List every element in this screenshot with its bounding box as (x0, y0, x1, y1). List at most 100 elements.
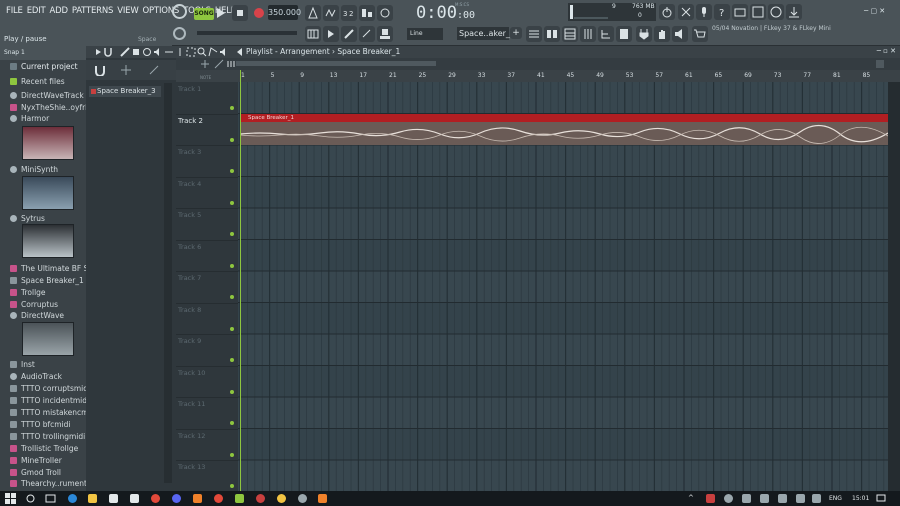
add-pattern-button[interactable]: + (510, 27, 522, 39)
browser-item[interactable]: Sytrus (10, 214, 45, 223)
arrangement-arrow-icon[interactable] (234, 47, 244, 57)
track-name[interactable]: Track 4 (178, 180, 201, 188)
magnet-snap-icon[interactable] (103, 47, 113, 57)
mute-tool-icon[interactable] (153, 47, 163, 57)
browser-item[interactable]: Harmor (10, 114, 49, 123)
resize-icon[interactable] (148, 64, 160, 76)
app-icon-1[interactable] (193, 494, 202, 503)
slide-icon[interactable] (214, 59, 224, 69)
select-tool-icon[interactable] (186, 47, 196, 57)
track-enable-led[interactable] (230, 326, 234, 331)
tray-icon-1[interactable] (706, 494, 715, 503)
edge-icon[interactable] (68, 494, 77, 503)
track-enable-led[interactable] (230, 200, 234, 205)
menu-view[interactable]: VIEW (115, 6, 140, 16)
browser-item[interactable]: DirectWaveTrack (10, 91, 84, 100)
shop-button[interactable] (692, 26, 708, 42)
track-enable-led[interactable] (230, 358, 234, 362)
step-edit-button[interactable] (359, 5, 375, 21)
tray-chevron-icon[interactable]: ^ (688, 494, 694, 502)
horizontal-zoom-scrollbar[interactable] (236, 61, 436, 66)
language-indicator[interactable]: ENG (829, 495, 842, 502)
template-button[interactable] (616, 26, 632, 42)
time-ruler[interactable]: 1 5 9 13 17 21 25 29 33 37 41 45 49 53 57 61 65 69 73 77 81 8… (238, 70, 900, 82)
touch-keyboard-button[interactable] (654, 26, 670, 42)
playlist-button[interactable] (526, 26, 542, 42)
master-pitch-slider[interactable] (197, 31, 297, 35)
slip-tool-icon[interactable] (164, 47, 174, 57)
browser-item[interactable]: Gmod Troll (10, 468, 61, 477)
browser-item[interactable]: Current project (10, 62, 78, 71)
browser-item[interactable]: TTTO mistakencmidi (10, 408, 97, 417)
chrome-icon-2[interactable] (214, 494, 223, 503)
browser-item[interactable]: MineTroller (10, 456, 62, 465)
browser-item[interactable]: Thearchy..rumental_ (10, 479, 97, 488)
channel-rack-button[interactable] (562, 26, 578, 42)
tray-icon-4[interactable] (760, 494, 769, 503)
play-pause-button[interactable] (212, 5, 228, 21)
track-enable-led[interactable] (230, 137, 234, 142)
pattern-selector[interactable]: Space..aker_1 (457, 27, 515, 40)
app-icon-5[interactable] (298, 494, 307, 503)
add-track-icon[interactable] (200, 59, 210, 69)
browser-item[interactable]: The Ultimate BF SF2 (10, 264, 97, 273)
metronome-button[interactable] (305, 5, 321, 21)
volume-icon[interactable] (778, 494, 787, 503)
paint-tool-icon[interactable] (131, 47, 141, 57)
search-icon[interactable] (26, 494, 35, 503)
store-icon[interactable] (109, 494, 118, 503)
track-name[interactable]: Track 5 (178, 211, 201, 219)
magnet-icon[interactable] (94, 64, 106, 76)
playhead-line[interactable] (240, 70, 241, 491)
draw-tool-button[interactable] (341, 26, 357, 42)
help-button[interactable]: ? (714, 4, 730, 20)
track-enable-led[interactable] (230, 263, 234, 268)
track-name[interactable]: Track 9 (178, 337, 201, 345)
browser-item[interactable]: TTTO corruptsmidi (10, 384, 90, 393)
countdown-button[interactable]: 32 (341, 5, 357, 21)
next-button[interactable] (323, 26, 339, 42)
audio-clip-header[interactable]: Space Breaker_1 (240, 114, 888, 122)
chrome-icon[interactable] (151, 494, 160, 503)
clock[interactable]: 15:01 (852, 495, 869, 502)
app-icon-4[interactable] (277, 494, 286, 503)
browser-item[interactable]: MiniSynth (10, 165, 58, 174)
playlist-window-controls[interactable]: ─ ▫ ✕ (877, 47, 896, 55)
delete-tool-icon[interactable] (142, 47, 152, 57)
windows-start-icon[interactable] (5, 493, 16, 504)
track-name[interactable]: Track 12 (178, 432, 205, 440)
track-name[interactable]: Track 3 (178, 148, 201, 156)
piano-roll-button[interactable] (305, 26, 321, 42)
task-view-icon[interactable] (45, 494, 56, 503)
track-name[interactable]: Track 13 (178, 463, 205, 471)
tray-icon-2[interactable] (724, 494, 733, 503)
track-name[interactable]: Track 1 (178, 85, 201, 93)
menu-edit[interactable]: EDIT (25, 6, 48, 16)
track-enable-led[interactable] (230, 484, 234, 488)
browser-item[interactable]: Corruptus (10, 300, 58, 309)
playback-tool-icon[interactable] (208, 47, 218, 57)
slice-tool-icon[interactable] (175, 47, 185, 57)
wait-for-input-button[interactable] (323, 5, 339, 21)
file-explorer-icon[interactable] (88, 494, 97, 503)
tempo-display[interactable]: 350.000 (268, 5, 301, 20)
snap-mode-select[interactable]: Line (407, 28, 443, 40)
panic-button[interactable] (678, 4, 694, 20)
speaker-tool-icon[interactable] (219, 47, 229, 57)
zoom-tool-icon[interactable] (197, 47, 207, 57)
chat-button[interactable] (768, 4, 784, 20)
draw-tool-icon[interactable] (120, 47, 130, 57)
master-pitch-knob[interactable] (173, 27, 186, 40)
tray-icon-3[interactable] (742, 494, 751, 503)
picker-scrollbar[interactable] (164, 83, 172, 483)
link-button[interactable] (359, 26, 375, 42)
browser-item[interactable]: Trollge (10, 288, 46, 297)
track-name[interactable]: Track 7 (178, 274, 201, 282)
track-enable-led[interactable] (230, 106, 234, 110)
track-name[interactable]: Track 6 (178, 243, 201, 251)
stop-button[interactable] (232, 5, 248, 21)
browser-item[interactable]: Inst (10, 360, 35, 369)
browser-toggle-button[interactable] (750, 4, 766, 20)
app-icon-3[interactable] (256, 494, 265, 503)
piano-roll-window-button[interactable] (544, 26, 560, 42)
